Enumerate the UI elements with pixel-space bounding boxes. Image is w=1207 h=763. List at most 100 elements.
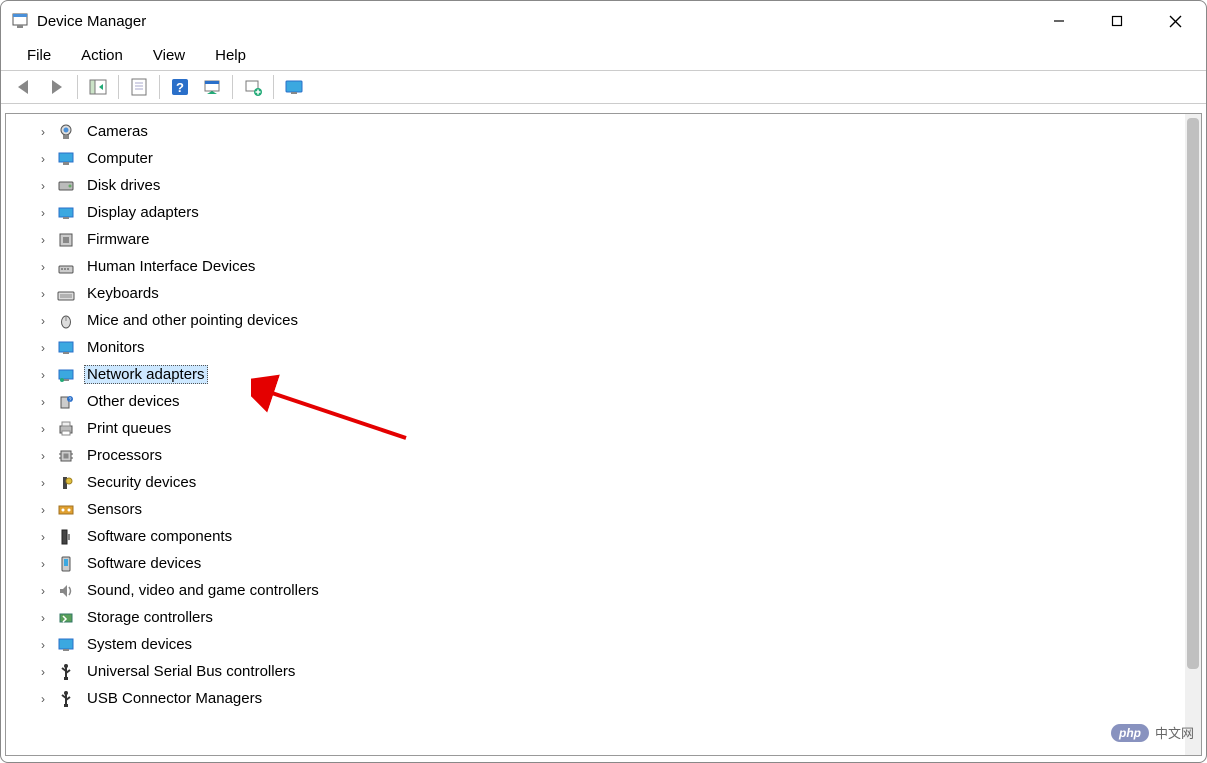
chevron-right-icon[interactable]: › [36,179,54,193]
chevron-right-icon[interactable]: › [36,449,54,463]
camera-icon [56,122,76,142]
hid-icon [56,257,76,277]
menu-action[interactable]: Action [67,45,137,66]
toolbar: ? [1,70,1206,104]
computer-icon [56,149,76,169]
minimize-button[interactable] [1030,1,1088,41]
tree-item-label: System devices [84,635,195,654]
tree-item-label: Computer [84,149,156,168]
tree-item[interactable]: ›Monitors [36,334,1185,361]
help-button[interactable]: ? [166,73,194,101]
toolbar-separator [159,75,160,99]
chevron-right-icon[interactable]: › [36,368,54,382]
tree-item[interactable]: › Processors [36,442,1185,469]
tree-item[interactable]: ›Software components [36,523,1185,550]
tree-item[interactable]: › Storage controllers [36,604,1185,631]
scan-hardware-button[interactable] [198,73,226,101]
chevron-right-icon[interactable]: › [36,584,54,598]
tree-item[interactable]: ›Disk drives [36,172,1185,199]
watermark-text: 中文网 [1155,723,1194,742]
chevron-right-icon[interactable]: › [36,665,54,679]
php-badge: php [1111,724,1149,742]
chevron-right-icon[interactable]: › [36,395,54,409]
chevron-right-icon[interactable]: › [36,152,54,166]
tree-item[interactable]: ›Keyboards [36,280,1185,307]
keyboard-icon [56,284,76,304]
tree-pane: ›Cameras›Computer›Disk drives›Display ad… [5,113,1202,756]
menu-file[interactable]: File [13,45,65,66]
device-tree[interactable]: ›Cameras›Computer›Disk drives›Display ad… [6,114,1185,755]
usb-icon [56,662,76,682]
tree-item[interactable]: ›Network adapters [36,361,1185,388]
chevron-right-icon[interactable]: › [36,260,54,274]
tree-item-label: Sensors [84,500,145,519]
tree-item-label: Print queues [84,419,174,438]
tree-item[interactable]: ›Software devices [36,550,1185,577]
toolbar-separator [77,75,78,99]
scrollbar-thumb[interactable] [1187,118,1199,669]
chevron-right-icon[interactable]: › [36,557,54,571]
tree-item[interactable]: › Sensors [36,496,1185,523]
tree-item[interactable]: ›?Other devices [36,388,1185,415]
tree-item-label: Universal Serial Bus controllers [84,662,298,681]
tree-item[interactable]: › USB Connector Managers [36,685,1185,712]
chevron-right-icon[interactable]: › [36,503,54,517]
tree-item[interactable]: › Security devices [36,469,1185,496]
tree-item[interactable]: › Human Interface Devices [36,253,1185,280]
properties-button[interactable] [125,73,153,101]
tree-item[interactable]: › System devices [36,631,1185,658]
network-adapter-icon [56,365,76,385]
tree-item-label: Security devices [84,473,199,492]
toolbar-separator [118,75,119,99]
tree-item[interactable]: › Universal Serial Bus controllers [36,658,1185,685]
software-device-icon [56,554,76,574]
tree-item-label: Firmware [84,230,153,249]
tree-item-label: Processors [84,446,165,465]
titlebar: Device Manager [1,1,1206,41]
menubar: File Action View Help [1,41,1206,70]
chevron-right-icon[interactable]: › [36,287,54,301]
tree-item[interactable]: › Firmware [36,226,1185,253]
chevron-right-icon[interactable]: › [36,476,54,490]
tree-item[interactable]: › Cameras [36,118,1185,145]
svg-text:?: ? [69,397,72,403]
tree-item-label: Sound, video and game controllers [84,581,322,600]
sound-icon [56,581,76,601]
tree-item-label: Human Interface Devices [84,257,258,276]
tree-item[interactable]: › Print queues [36,415,1185,442]
chevron-right-icon[interactable]: › [36,125,54,139]
processor-icon [56,446,76,466]
chevron-right-icon[interactable]: › [36,422,54,436]
tree-item-label: Storage controllers [84,608,216,627]
add-legacy-button[interactable] [239,73,267,101]
tree-item[interactable]: › Display adapters [36,199,1185,226]
chevron-right-icon[interactable]: › [36,206,54,220]
display-adapter-icon [56,203,76,223]
chevron-right-icon[interactable]: › [36,530,54,544]
tree-item[interactable]: › Sound, video and game controllers [36,577,1185,604]
chevron-right-icon[interactable]: › [36,233,54,247]
chevron-right-icon[interactable]: › [36,692,54,706]
menu-help[interactable]: Help [201,45,260,66]
devices-by-type-button[interactable] [280,73,308,101]
menu-view[interactable]: View [139,45,199,66]
back-button[interactable] [11,73,39,101]
chevron-right-icon[interactable]: › [36,341,54,355]
tree-item-label: Cameras [84,122,151,141]
chevron-right-icon[interactable]: › [36,638,54,652]
maximize-button[interactable] [1088,1,1146,41]
forward-button[interactable] [43,73,71,101]
software-component-icon [56,527,76,547]
system-device-icon [56,635,76,655]
vertical-scrollbar[interactable] [1185,114,1201,755]
close-button[interactable] [1146,1,1204,41]
show-hide-tree-button[interactable] [84,73,112,101]
tree-item-label: Display adapters [84,203,202,222]
tree-item[interactable]: ›Mice and other pointing devices [36,307,1185,334]
chevron-right-icon[interactable]: › [36,611,54,625]
disk-icon [56,176,76,196]
storage-icon [56,608,76,628]
tree-item-label: USB Connector Managers [84,689,265,708]
chevron-right-icon[interactable]: › [36,314,54,328]
tree-item[interactable]: › Computer [36,145,1185,172]
